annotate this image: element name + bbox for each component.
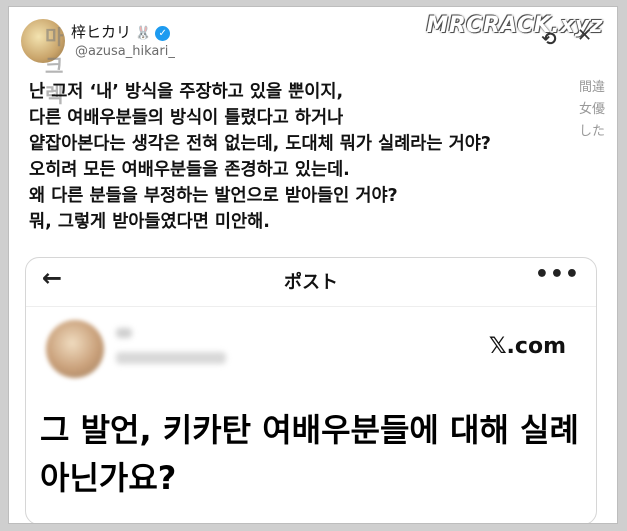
embedded-post-card[interactable]: ← ポスト ••• 𝕏.com 그 발언, 키카탄 여배우분들에 대해 실례 아… [25, 257, 597, 523]
card-more-icon[interactable]: ••• [535, 262, 580, 287]
user-handle[interactable]: @azusa_hikari_ [75, 44, 175, 59]
display-name[interactable]: 梓ヒカリ 🐰 ✓ [71, 21, 171, 42]
post-body-line: 다른 여배우분들의 방식이 틀렸다고 하거나 [29, 108, 344, 128]
side-text-line: 女優 [579, 102, 606, 117]
rabbit-emoji: 🐰 [135, 26, 152, 41]
blurred-handle [116, 352, 226, 364]
side-text-line: した [579, 124, 606, 139]
post-body-line: 오히려 모든 여배우분들을 존경하고 있는데. [29, 160, 350, 180]
card-title: ポスト [284, 272, 338, 293]
link-icon[interactable]: ⟲ [539, 29, 559, 50]
post-body-line: 왜 다른 분들을 부정하는 발언으로 받아들인 거야? [29, 186, 398, 206]
x-logo: 𝕏.com [488, 334, 566, 359]
verified-badge-icon: ✓ [155, 26, 171, 41]
card-divider [26, 306, 596, 307]
card-big-text: 그 발언, 키카탄 여배우분들에 대해 실례 아닌가요? [40, 406, 585, 502]
display-name-text: 梓ヒカリ [71, 23, 132, 41]
post-frame: 마크렉 梓ヒカリ 🐰 ✓ @azusa_hikari_ MRCRACK.xyz ⟲ … [8, 6, 618, 524]
post-body-line: 얕잡아본다는 생각은 전혀 없는데, 도대체 뭐가 실례라는 거야? [29, 134, 491, 154]
post-body: 난 그저 ‘내’ 방식을 주장하고 있을 뿐이지, 다른 여배우분들의 방식이 … [29, 79, 569, 235]
card-avatar[interactable] [46, 320, 104, 378]
profile-avatar[interactable]: 마크렉 [21, 19, 65, 107]
post-body-line: 난 그저 ‘내’ 방식을 주장하고 있을 뿐이지, [29, 82, 344, 102]
card-big-line: 그 발언, 키카탄 여배우분들에 대해 실례 [40, 411, 579, 449]
blurred-name [116, 328, 132, 338]
more-icon[interactable]: ✕ [577, 25, 592, 46]
side-text: 間違 女優 した [579, 77, 611, 143]
card-big-line: 아닌가요? [40, 459, 177, 497]
post-body-line: 뭐, 그렇게 받아들였다면 미안해. [29, 212, 270, 232]
side-text-line: 間違 [579, 80, 606, 95]
